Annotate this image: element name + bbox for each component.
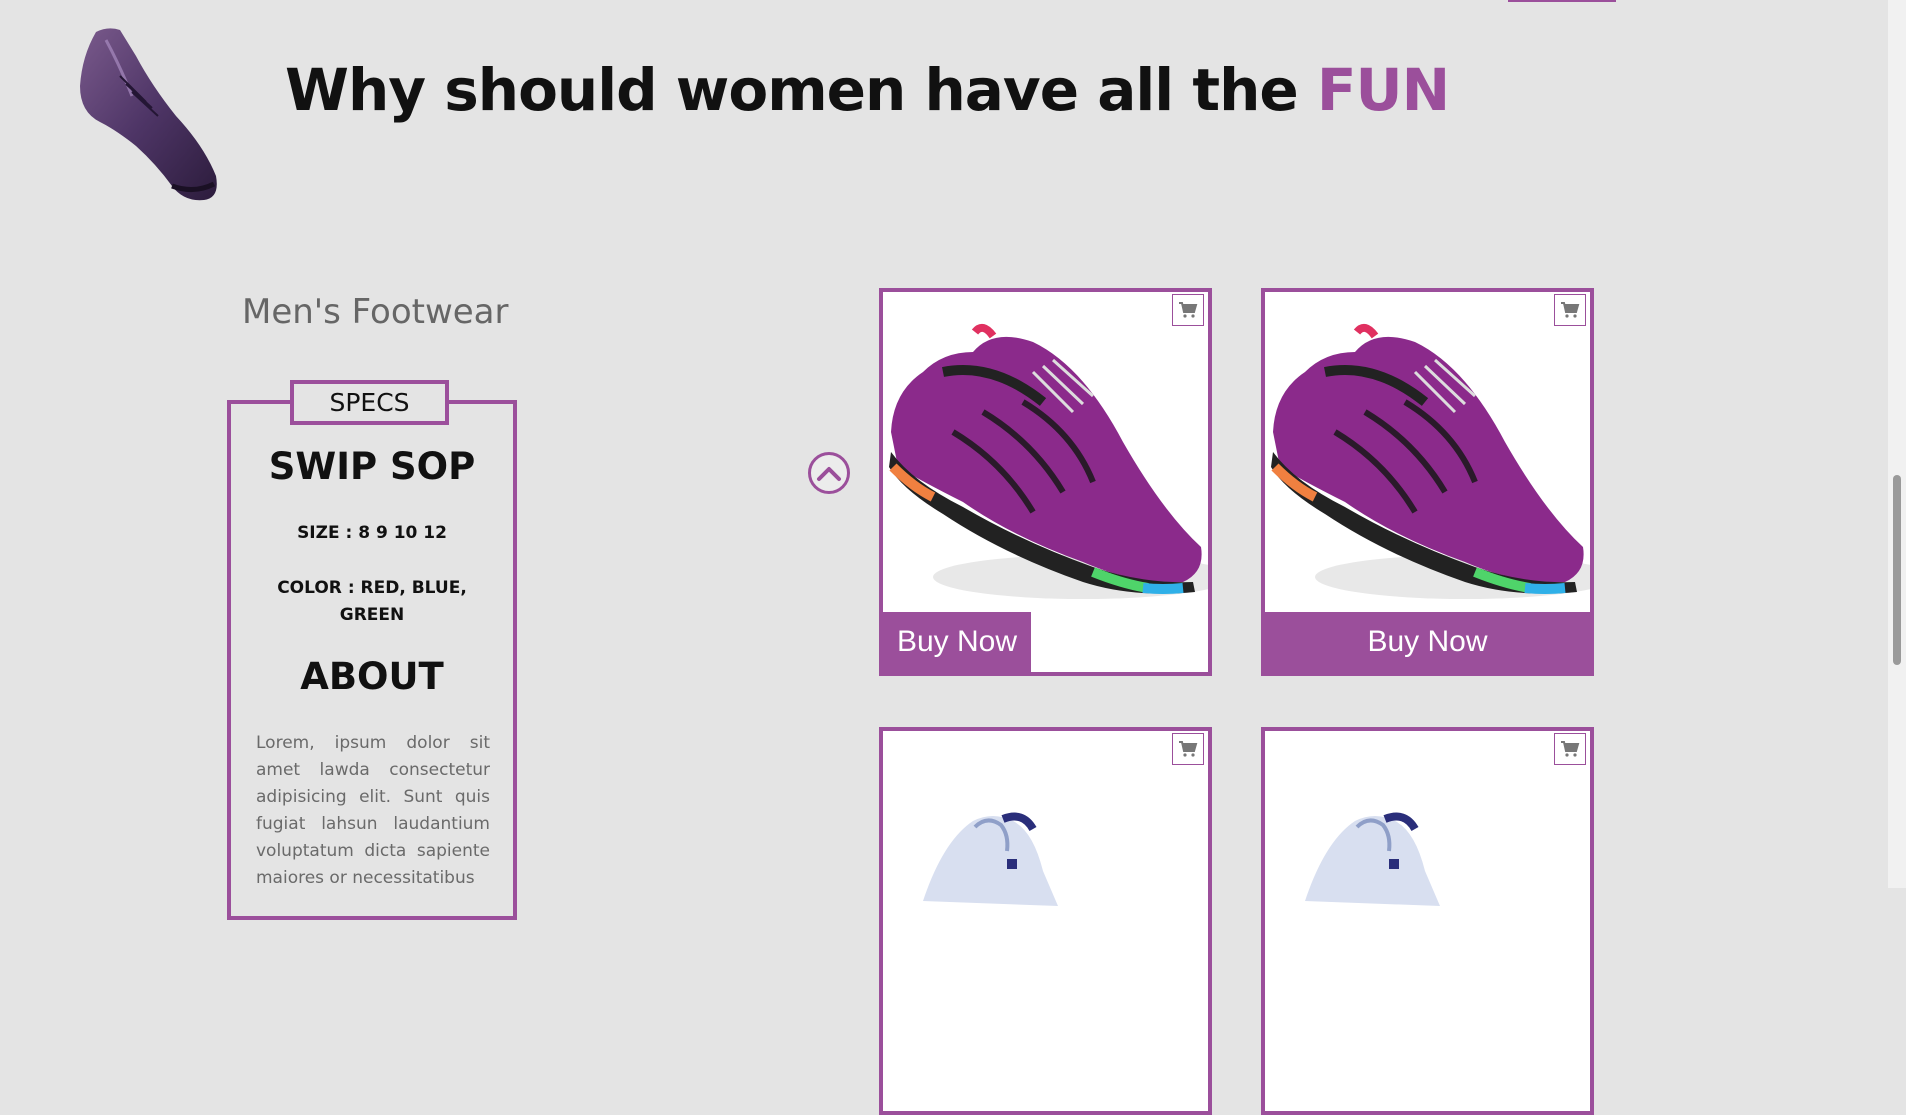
scroll-up-button[interactable] <box>808 452 850 494</box>
page-headline: Why should women have all the FUN <box>285 56 1450 124</box>
add-to-cart-button[interactable] <box>1172 733 1204 765</box>
purple-water-shoe-image <box>889 323 1208 599</box>
product-card <box>879 727 1212 1115</box>
white-sneaker-image <box>1305 812 1440 906</box>
scrollbar-thumb[interactable] <box>1893 475 1901 665</box>
color-spec: COLOR : RED, BLUE, GREEN <box>277 578 467 625</box>
cart-icon <box>1179 302 1198 318</box>
add-to-cart-button[interactable] <box>1172 294 1204 326</box>
specs-tab-label: SPECS <box>290 380 449 425</box>
headline-accent-word: FUN <box>1316 56 1450 124</box>
cart-icon <box>1179 741 1198 757</box>
section-title: Men's Footwear <box>242 292 509 332</box>
cart-icon <box>1561 302 1580 318</box>
product-card: Buy Now <box>879 288 1212 676</box>
product-name: SWIP SOP <box>268 445 476 488</box>
size-spec: SIZE : 8 9 10 12 <box>297 523 447 543</box>
top-accent-bar <box>1508 0 1616 2</box>
chevron-up-icon <box>817 467 841 481</box>
about-text: Lorem, ipsum dolor sit amet lawda consec… <box>256 733 490 888</box>
buy-now-button[interactable]: Buy Now <box>883 612 1031 672</box>
about-heading: ABOUT <box>300 655 444 698</box>
white-sneaker-image <box>923 812 1058 906</box>
product-card <box>1261 727 1594 1115</box>
add-to-cart-button[interactable] <box>1554 294 1586 326</box>
cart-icon <box>1561 741 1580 757</box>
product-card: Buy Now <box>1261 288 1594 676</box>
logo-shoe-icon <box>80 28 217 201</box>
buy-now-button[interactable]: Buy Now <box>1265 612 1590 672</box>
add-to-cart-button[interactable] <box>1554 733 1586 765</box>
headline-prefix: Why should women have all the <box>285 56 1299 124</box>
vertical-scrollbar[interactable] <box>1888 0 1906 888</box>
purple-water-shoe-image <box>1271 323 1590 599</box>
